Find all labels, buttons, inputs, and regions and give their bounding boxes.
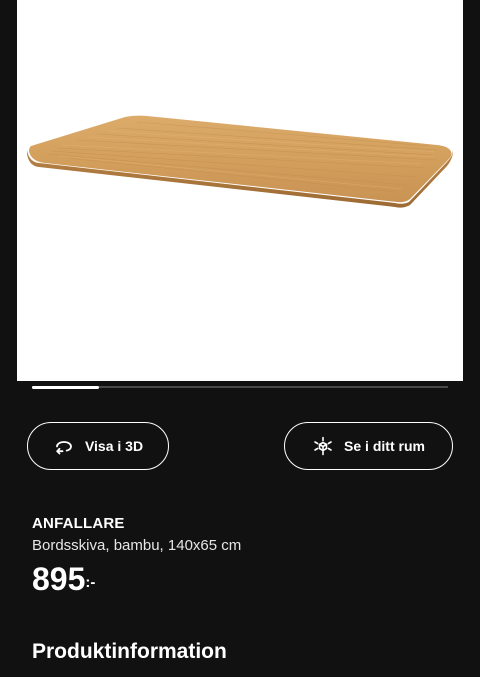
product-description: Bordsskiva, bambu, 140x65 cm (32, 537, 242, 554)
view-3d-label: Visa i 3D (84, 438, 144, 454)
gallery-progress-fill (32, 385, 99, 389)
price-amount: 895 (32, 561, 86, 597)
view-in-room-button[interactable]: Se i ditt rum (284, 422, 453, 470)
ar-cube-icon (312, 435, 334, 457)
product-image[interactable] (17, 0, 463, 381)
tabletop-illustration (27, 115, 453, 208)
price-suffix: :- (85, 574, 96, 591)
view-in-room-label: Se i ditt rum (344, 438, 425, 454)
product-price: 895 :- (32, 560, 95, 598)
product-name[interactable]: ANFALLARE (32, 515, 125, 532)
view-3d-button[interactable]: Visa i 3D (27, 422, 169, 470)
gallery-progress-track (32, 385, 448, 389)
rotate-3d-icon (53, 435, 75, 457)
product-info-heading[interactable]: Produktinformation (32, 640, 227, 664)
